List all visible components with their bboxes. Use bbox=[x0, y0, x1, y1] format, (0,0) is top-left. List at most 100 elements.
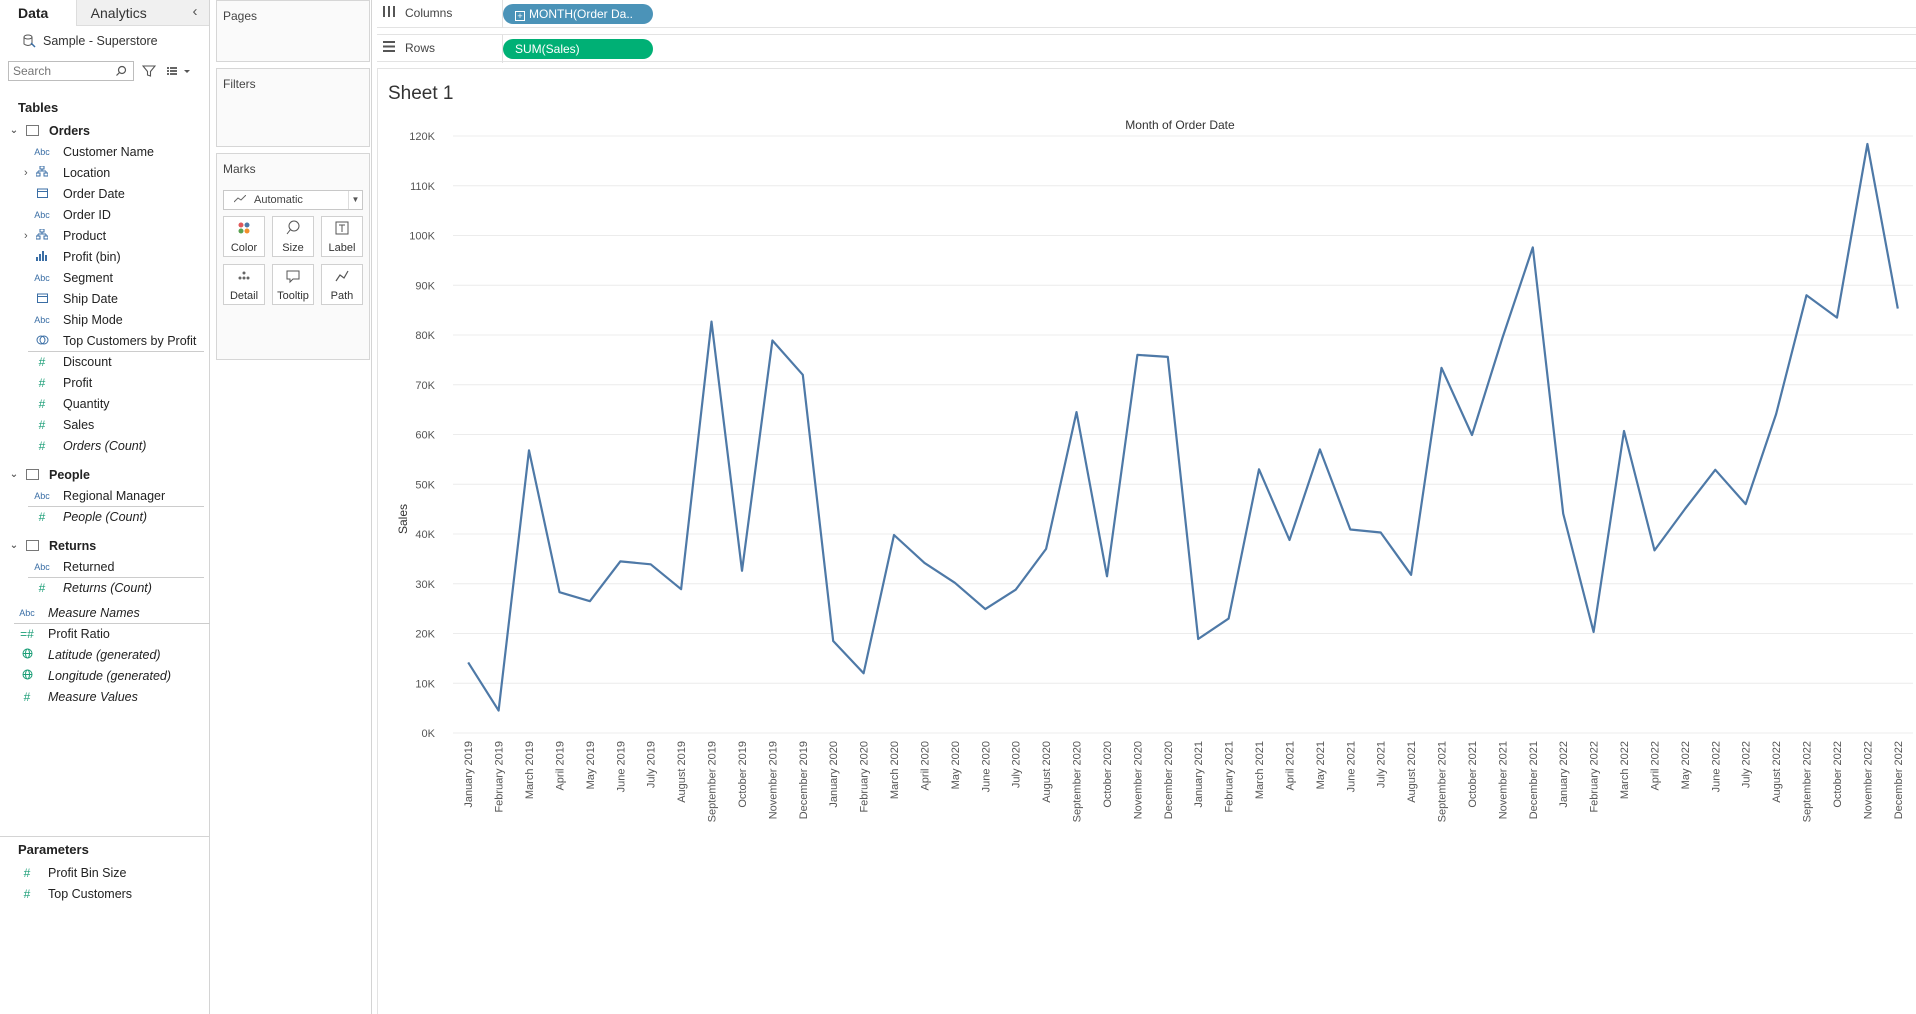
data-point[interactable] bbox=[1377, 529, 1385, 537]
chevron-right-icon[interactable]: › bbox=[24, 230, 28, 242]
field-location[interactable]: › Location bbox=[0, 162, 209, 183]
data-point[interactable] bbox=[738, 567, 746, 575]
data-point[interactable] bbox=[525, 446, 533, 454]
data-point[interactable] bbox=[647, 560, 655, 568]
data-point[interactable] bbox=[1164, 353, 1172, 361]
param-profit-bin-size[interactable]: # Profit Bin Size bbox=[0, 862, 209, 883]
data-point[interactable] bbox=[1498, 334, 1506, 342]
field-profit[interactable]: # Profit bbox=[0, 372, 209, 393]
field-ship-date[interactable]: Ship Date bbox=[0, 288, 209, 309]
field-returns-count[interactable]: # Returns (Count) bbox=[28, 577, 204, 598]
field-measure-names[interactable]: Abc Measure Names bbox=[0, 602, 209, 623]
data-point[interactable] bbox=[1711, 466, 1719, 474]
field-longitude[interactable]: Longitude (generated) bbox=[0, 665, 209, 686]
sales-line[interactable] bbox=[467, 142, 1899, 712]
field-segment[interactable]: Abc Segment bbox=[0, 267, 209, 288]
field-discount[interactable]: # Discount bbox=[28, 351, 204, 372]
field-sales[interactable]: # Sales bbox=[0, 414, 209, 435]
data-point[interactable] bbox=[1468, 431, 1476, 439]
field-product[interactable]: › Product bbox=[0, 225, 209, 246]
chevron-down-icon[interactable]: ⌄ bbox=[8, 469, 20, 480]
data-point[interactable] bbox=[1133, 351, 1141, 359]
data-point[interactable] bbox=[1346, 526, 1354, 534]
data-point[interactable] bbox=[1438, 364, 1446, 372]
detail-button[interactable]: Detail bbox=[223, 264, 265, 305]
label-button[interactable]: Label bbox=[321, 216, 363, 257]
filters-card[interactable]: Filters bbox=[216, 68, 370, 147]
path-button[interactable]: Path bbox=[321, 264, 363, 305]
data-point[interactable] bbox=[1681, 505, 1689, 513]
data-point[interactable] bbox=[1529, 243, 1537, 251]
columns-pill[interactable]: + MONTH(Order Da.. bbox=[503, 4, 653, 24]
columns-shelf[interactable]: Columns + MONTH(Order Da.. bbox=[377, 0, 1916, 28]
data-point[interactable] bbox=[1742, 500, 1750, 508]
line-chart[interactable]: Month of Order Date Sales 0K 10K 20K 30K 40K… bbox=[378, 69, 1916, 1014]
tab-data[interactable]: Data bbox=[0, 0, 76, 26]
data-point[interactable] bbox=[1559, 510, 1567, 518]
tooltip-button[interactable]: Tooltip bbox=[272, 264, 314, 305]
data-point[interactable] bbox=[1894, 305, 1902, 313]
field-customer-name[interactable]: Abc Customer Name bbox=[0, 141, 209, 162]
data-point[interactable] bbox=[1772, 410, 1780, 418]
data-point[interactable] bbox=[616, 557, 624, 565]
chevron-down-icon[interactable]: ⌄ bbox=[8, 125, 20, 136]
table-people[interactable]: ⌄ People bbox=[0, 464, 209, 485]
rows-pill[interactable]: SUM(Sales) bbox=[503, 39, 653, 59]
data-point[interactable] bbox=[860, 669, 868, 677]
data-point[interactable] bbox=[1073, 408, 1081, 416]
data-point[interactable] bbox=[1316, 445, 1324, 453]
data-point[interactable] bbox=[981, 605, 989, 613]
data-point[interactable] bbox=[1225, 615, 1233, 623]
data-point[interactable] bbox=[1012, 586, 1020, 594]
data-point[interactable] bbox=[677, 585, 685, 593]
data-point[interactable] bbox=[495, 707, 503, 715]
param-top-customers[interactable]: # Top Customers bbox=[0, 883, 209, 904]
data-point[interactable] bbox=[586, 597, 594, 605]
field-order-id[interactable]: Abc Order ID bbox=[0, 204, 209, 225]
data-point[interactable] bbox=[1194, 635, 1202, 643]
data-point[interactable] bbox=[951, 579, 959, 587]
field-quantity[interactable]: # Quantity bbox=[0, 393, 209, 414]
data-point[interactable] bbox=[768, 336, 776, 344]
pages-card[interactable]: Pages bbox=[216, 0, 370, 62]
field-regional-manager[interactable]: Abc Regional Manager bbox=[0, 485, 209, 506]
field-profit-bin[interactable]: Profit (bin) bbox=[0, 246, 209, 267]
chevron-left-icon[interactable]: ‹ bbox=[187, 3, 203, 21]
field-ship-mode[interactable]: Abc Ship Mode bbox=[0, 309, 209, 330]
field-latitude[interactable]: Latitude (generated) bbox=[0, 644, 209, 665]
data-point[interactable] bbox=[829, 637, 837, 645]
search-icon[interactable] bbox=[115, 65, 127, 77]
search-input[interactable] bbox=[13, 63, 113, 79]
data-point[interactable] bbox=[920, 559, 928, 567]
chevron-right-icon[interactable]: › bbox=[24, 167, 28, 179]
data-point[interactable] bbox=[1620, 427, 1628, 435]
expand-plus-icon[interactable]: + bbox=[515, 11, 525, 21]
field-returned[interactable]: Abc Returned bbox=[0, 556, 209, 577]
filter-icon[interactable] bbox=[141, 64, 157, 78]
chevron-down-icon[interactable]: ⌄ bbox=[8, 540, 20, 551]
datasource-item[interactable]: Sample - Superstore bbox=[0, 26, 209, 56]
data-point[interactable] bbox=[1833, 314, 1841, 322]
color-button[interactable]: Color bbox=[223, 216, 265, 257]
field-measure-values[interactable]: # Measure Values bbox=[0, 686, 209, 707]
data-point[interactable] bbox=[464, 658, 472, 666]
data-point[interactable] bbox=[1255, 465, 1263, 473]
size-button[interactable]: Size bbox=[272, 216, 314, 257]
field-profit-ratio[interactable]: =# Profit Ratio bbox=[14, 623, 210, 644]
chevron-down-icon[interactable]: ▼ bbox=[348, 191, 362, 209]
data-point[interactable] bbox=[1803, 291, 1811, 299]
data-point[interactable] bbox=[1103, 572, 1111, 580]
data-point[interactable] bbox=[1285, 536, 1293, 544]
view-options-icon[interactable] bbox=[166, 64, 192, 78]
data-point[interactable] bbox=[1590, 628, 1598, 636]
field-order-date[interactable]: Order Date bbox=[0, 183, 209, 204]
field-top-customers-by-profit[interactable]: Top Customers by Profit bbox=[0, 330, 209, 351]
mark-type-select[interactable]: Automatic ▼ bbox=[223, 190, 363, 210]
field-people-count[interactable]: # People (Count) bbox=[28, 506, 204, 527]
data-point[interactable] bbox=[708, 318, 716, 326]
field-orders-count[interactable]: # Orders (Count) bbox=[0, 435, 209, 456]
table-orders[interactable]: ⌄ Orders bbox=[0, 120, 209, 141]
data-point[interactable] bbox=[1863, 140, 1871, 148]
rows-shelf[interactable]: Rows SUM(Sales) bbox=[377, 34, 1916, 63]
data-point[interactable] bbox=[555, 588, 563, 596]
